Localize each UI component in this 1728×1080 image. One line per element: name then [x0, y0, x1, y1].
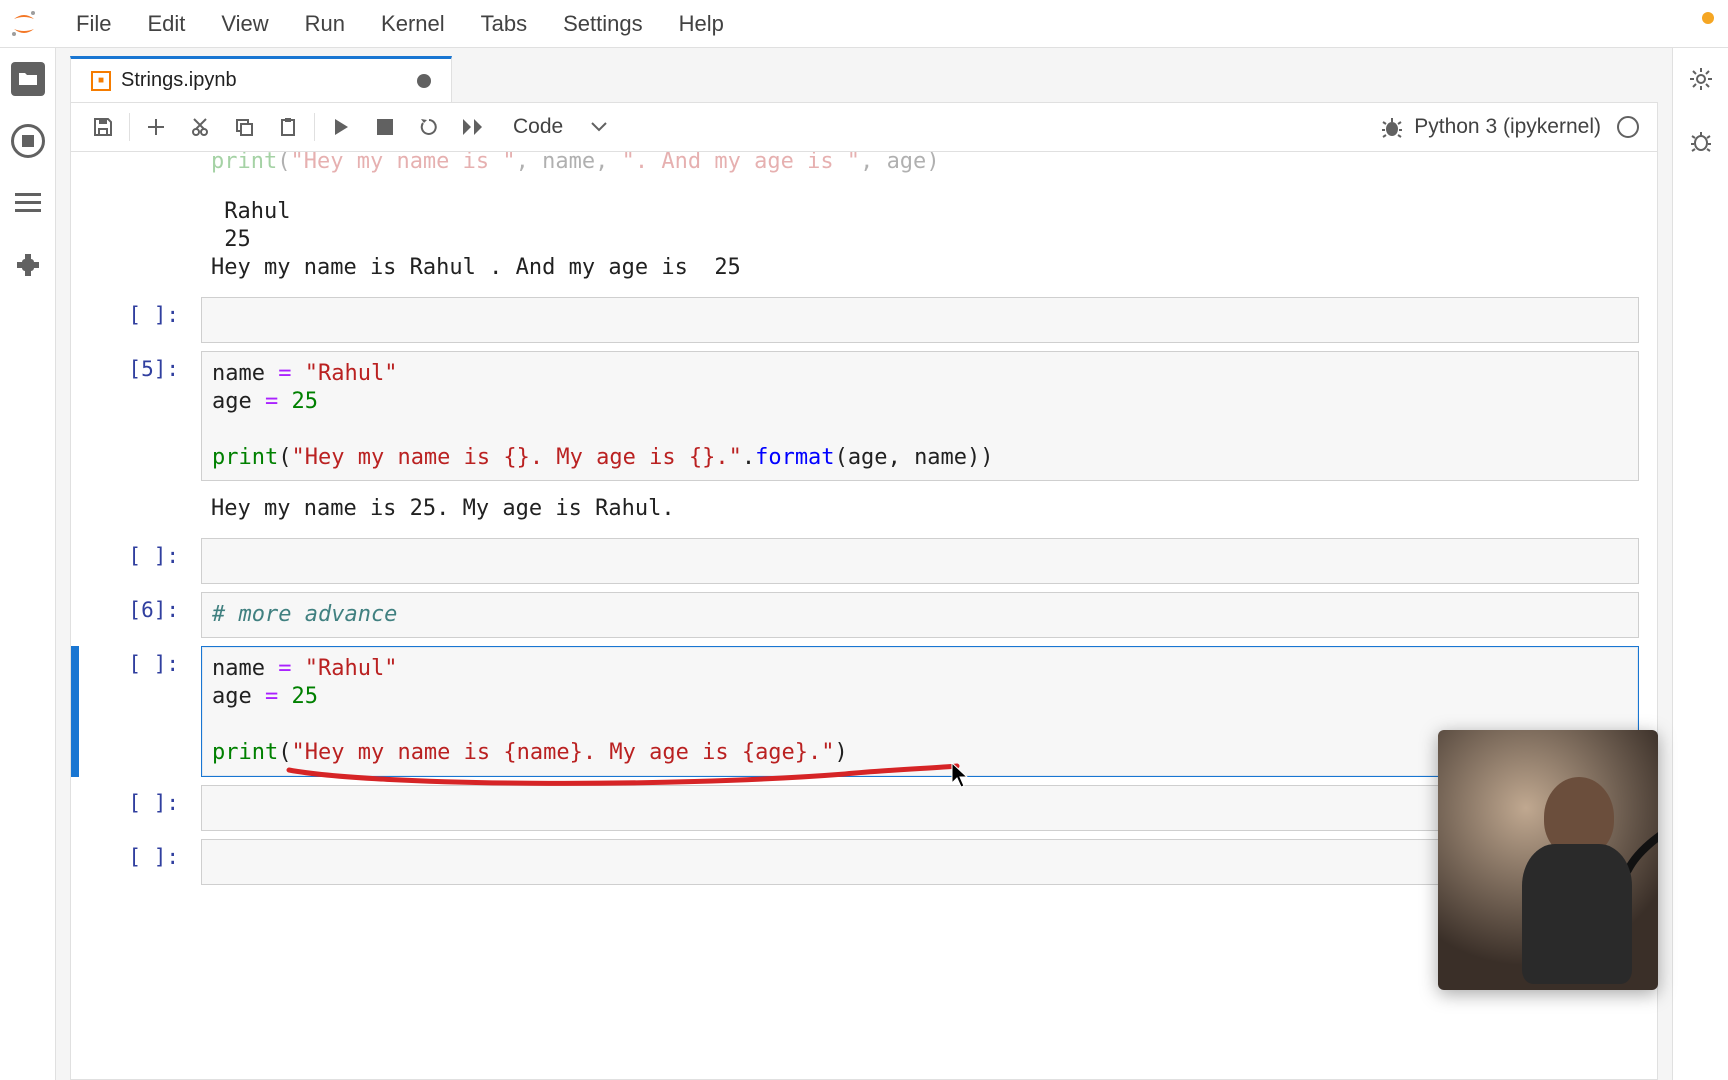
- execution-prompt: [ ]:: [89, 646, 189, 777]
- paste-button[interactable]: [266, 107, 310, 147]
- code-input[interactable]: [201, 839, 1639, 885]
- cut-button[interactable]: [178, 107, 222, 147]
- folder-icon[interactable]: [11, 62, 45, 96]
- webcam-overlay: [1438, 730, 1658, 990]
- tab-strings-notebook[interactable]: Strings.ipynb: [70, 56, 452, 102]
- output-cell: Rahul 25 Hey my name is Rahul . And my a…: [71, 188, 1657, 292]
- gear-icon[interactable]: [1684, 62, 1718, 96]
- execution-prompt: [ ]:: [89, 839, 189, 885]
- code-cell[interactable]: [ ]:: [71, 293, 1657, 347]
- menu-tabs[interactable]: Tabs: [463, 5, 545, 43]
- extensions-icon[interactable]: [11, 248, 45, 282]
- menu-kernel[interactable]: Kernel: [363, 5, 463, 43]
- code-input[interactable]: [201, 297, 1639, 343]
- property-bar: [1672, 48, 1728, 1080]
- output-text: Rahul 25 Hey my name is Rahul . And my a…: [201, 192, 1639, 288]
- code-cell[interactable]: [6]: # more advance: [71, 588, 1657, 642]
- notebook-icon: [91, 71, 111, 91]
- cell-type-label: Code: [513, 115, 563, 139]
- menubar: File Edit View Run Kernel Tabs Settings …: [0, 0, 1728, 48]
- code-cell-cutoff: print("Hey my name is ", name, ". And my…: [71, 152, 1657, 188]
- kernel-status[interactable]: Python 3 (ipykernel): [1414, 115, 1639, 139]
- menu-help[interactable]: Help: [661, 5, 742, 43]
- code-cell[interactable]: [ ]:name = "Rahul" age = 25 print("Hey m…: [71, 642, 1657, 781]
- interrupt-button[interactable]: [363, 107, 407, 147]
- main-area: Strings.ipynb: [56, 48, 1672, 1080]
- notebook-body: print("Hey my name is ", name, ". And my…: [70, 152, 1658, 1080]
- restart-button[interactable]: [407, 107, 451, 147]
- execution-prompt: [ ]:: [89, 785, 189, 831]
- notebook-toolbar: Code Python 3 (ipykernel): [70, 102, 1658, 152]
- execution-prompt: [5]:: [89, 351, 189, 482]
- code-input[interactable]: name = "Rahul" age = 25 print("Hey my na…: [201, 646, 1639, 777]
- menu-file[interactable]: File: [58, 5, 129, 43]
- window-status-dot: [1702, 12, 1714, 24]
- code-input[interactable]: name = "Rahul" age = 25 print("Hey my na…: [201, 351, 1639, 482]
- unsaved-indicator-icon: [417, 74, 431, 88]
- cell-type-select[interactable]: Code: [513, 115, 607, 139]
- debug-icon[interactable]: [1684, 124, 1718, 158]
- execution-prompt: [ ]:: [89, 538, 189, 584]
- code-cell[interactable]: [ ]:: [71, 534, 1657, 588]
- code-cell[interactable]: [ ]:: [71, 781, 1657, 835]
- copy-button[interactable]: [222, 107, 266, 147]
- save-button[interactable]: [81, 107, 125, 147]
- restart-run-all-button[interactable]: [451, 107, 495, 147]
- insert-cell-button[interactable]: [134, 107, 178, 147]
- menu-edit[interactable]: Edit: [129, 5, 203, 43]
- kernel-indicator-icon: [1617, 116, 1639, 138]
- output-cell: Hey my name is 25. My age is Rahul.: [71, 485, 1657, 533]
- tab-strip: Strings.ipynb: [70, 48, 1658, 102]
- menu-settings[interactable]: Settings: [545, 5, 661, 43]
- run-button[interactable]: [319, 107, 363, 147]
- debugger-button[interactable]: [1370, 107, 1414, 147]
- running-icon[interactable]: [11, 124, 45, 158]
- chevron-down-icon: [591, 122, 607, 132]
- code-input[interactable]: # more advance: [201, 592, 1639, 638]
- tab-title: Strings.ipynb: [121, 69, 237, 92]
- execution-prompt: [6]:: [89, 592, 189, 638]
- code-input[interactable]: [201, 785, 1639, 831]
- menu-view[interactable]: View: [203, 5, 286, 43]
- toc-icon[interactable]: [11, 186, 45, 220]
- jupyter-logo: [8, 8, 40, 40]
- menu-run[interactable]: Run: [287, 5, 363, 43]
- code-input[interactable]: [201, 538, 1639, 584]
- activity-bar: [0, 48, 56, 1080]
- code-cell[interactable]: [5]:name = "Rahul" age = 25 print("Hey m…: [71, 347, 1657, 486]
- notebook-scroll[interactable]: print("Hey my name is ", name, ". And my…: [71, 152, 1657, 1079]
- output-text: Hey my name is 25. My age is Rahul.: [201, 489, 1639, 529]
- kernel-label: Python 3 (ipykernel): [1414, 115, 1601, 139]
- execution-prompt: [ ]:: [89, 297, 189, 343]
- code-cell[interactable]: [ ]:: [71, 835, 1657, 889]
